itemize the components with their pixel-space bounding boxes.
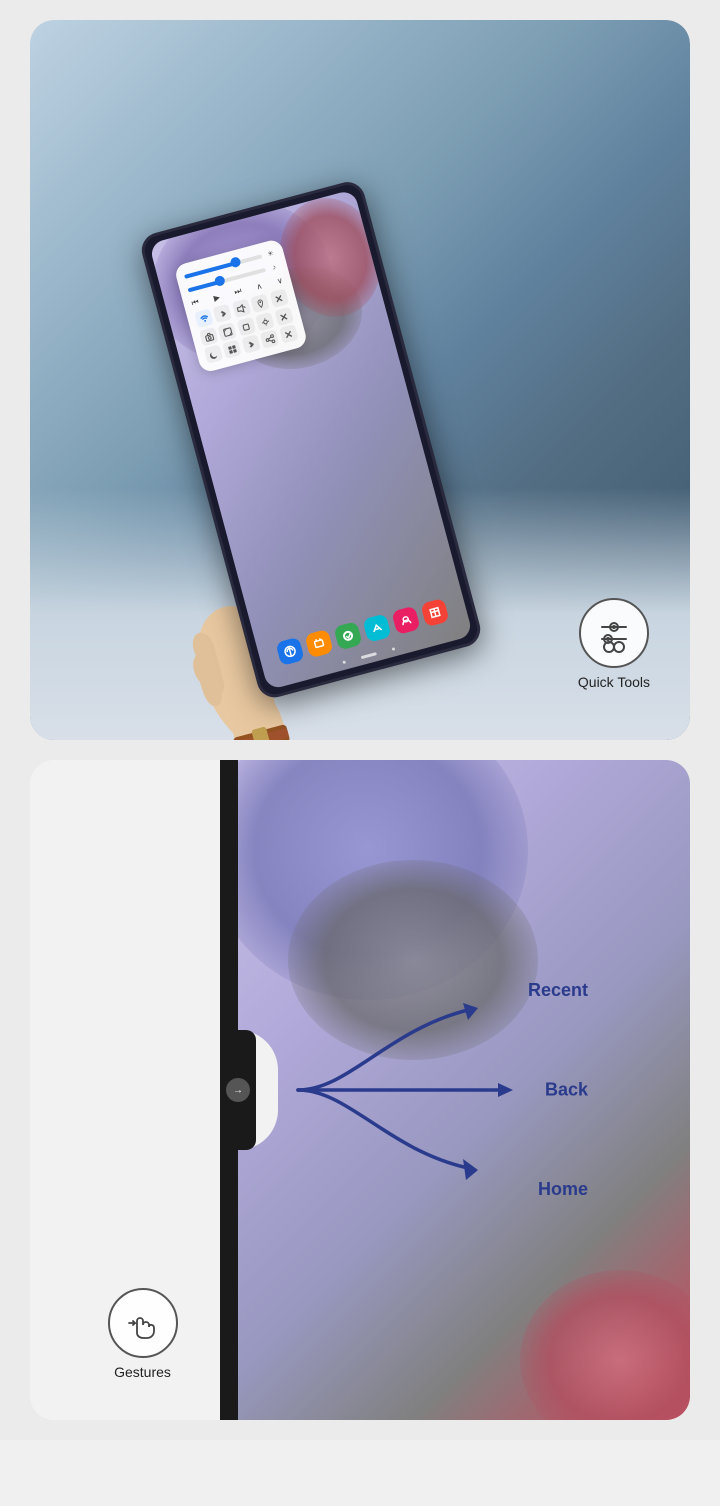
volume-off-icon — [232, 298, 252, 318]
up-icon: ∧ — [255, 281, 263, 291]
grid-icon — [222, 339, 242, 359]
gestures-card: Gestures → — [30, 760, 690, 1420]
moon-icon — [204, 344, 224, 364]
card2-right-panel: Recent Back Home — [238, 760, 690, 1420]
gestures-icon-circle — [108, 1288, 178, 1358]
bluetooth-icon — [213, 303, 233, 323]
nav-dot-2 — [392, 647, 396, 651]
x3-icon — [279, 324, 299, 344]
app-icon-5 — [391, 606, 420, 635]
blob-pink — [520, 1270, 690, 1420]
tablet-hand-container: ☀ ♪ ⏮ — [99, 165, 558, 740]
tablet-edge-divider: → — [220, 760, 238, 1420]
location-icon — [250, 293, 270, 313]
page-wrapper: ☀ ♪ ⏮ — [0, 0, 720, 1440]
back-label: Back — [545, 1080, 588, 1101]
card2-left-panel: Gestures — [30, 760, 220, 1420]
app-icon-6 — [420, 598, 449, 627]
brightness-thumb — [229, 256, 241, 268]
recent-label: Recent — [528, 980, 588, 1001]
next-icon: ⏭ — [233, 286, 243, 298]
volume-icon: ♪ — [268, 261, 280, 273]
volume-thumb — [214, 275, 226, 287]
share-icon — [260, 329, 280, 349]
app-icon-2 — [304, 629, 333, 658]
home-label: Home — [538, 1179, 588, 1200]
gestures-label: Gestures — [114, 1364, 171, 1380]
close-icon — [269, 288, 289, 308]
prev-icon: ⏮ — [191, 297, 201, 309]
camera-icon — [199, 327, 219, 347]
gesture-arrows-container: Recent Back Home — [268, 950, 608, 1230]
swipe-arrow-indicator: → — [226, 1078, 250, 1102]
app-icon-4 — [362, 613, 391, 642]
quick-tools-icon-circle — [579, 598, 649, 668]
app-icon-3 — [333, 621, 362, 650]
gestures-icon-svg — [123, 1303, 163, 1343]
bt3-icon — [241, 334, 261, 354]
close2-icon — [274, 307, 294, 327]
app-icon-1 — [275, 637, 304, 666]
quick-tools-card: ☀ ♪ ⏮ — [30, 20, 690, 740]
screenshot-icon — [218, 322, 238, 342]
play-icon: ▶ — [213, 292, 221, 302]
nav-home — [361, 652, 377, 659]
tablet-app-icons — [257, 593, 468, 671]
brightness-icon: ☀ — [264, 248, 276, 260]
quick-tools-label: Quick Tools — [578, 674, 650, 690]
wifi-icon — [194, 309, 214, 329]
nav-dot-1 — [342, 660, 346, 664]
quick-tools-icon-svg — [594, 613, 634, 653]
down-icon: ∨ — [276, 275, 284, 285]
square-icon — [237, 317, 257, 337]
quick-tools-badge: Quick Tools — [578, 598, 650, 690]
settings-icon — [255, 312, 275, 332]
gestures-badge: Gestures — [65, 1288, 220, 1380]
